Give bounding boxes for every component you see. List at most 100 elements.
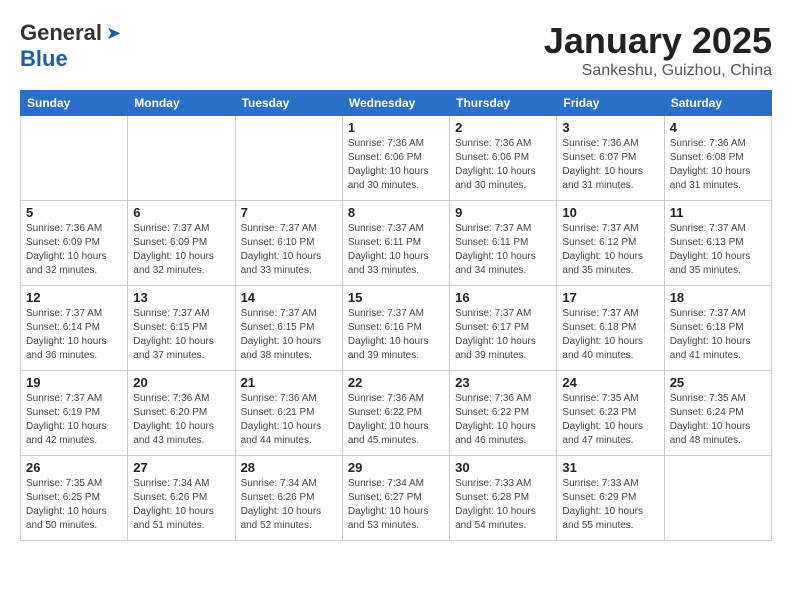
calendar-cell: 21 Sunrise: 7:36 AM Sunset: 6:21 PM Dayli… (235, 371, 342, 456)
day-info: Sunrise: 7:36 AM Sunset: 6:09 PM Dayligh… (26, 222, 122, 278)
day-number: 3 (562, 120, 658, 135)
calendar-cell: 27 Sunrise: 7:34 AM Sunset: 6:26 PM Dayli… (128, 456, 235, 541)
calendar-cell: 17 Sunrise: 7:37 AM Sunset: 6:18 PM Dayli… (557, 286, 664, 371)
day-number: 25 (670, 375, 766, 390)
day-info: Sunrise: 7:36 AM Sunset: 6:20 PM Dayligh… (133, 392, 229, 448)
day-info: Sunrise: 7:37 AM Sunset: 6:10 PM Dayligh… (241, 222, 337, 278)
calendar-cell: 26Sunrise: 7:35 AM Sunset: 6:25 PM Dayli… (21, 456, 128, 541)
day-number: 23 (455, 375, 551, 390)
week-row-1: 1 Sunrise: 7:36 AM Sunset: 6:06 PM Daylig… (21, 116, 772, 201)
day-number: 17 (562, 290, 658, 305)
header-day-wednesday: Wednesday (342, 91, 449, 116)
calendar-cell: 5 Sunrise: 7:36 AM Sunset: 6:09 PM Daylig… (21, 201, 128, 286)
calendar-cell: 30 Sunrise: 7:33 AM Sunset: 6:28 PM Dayli… (450, 456, 557, 541)
day-info: Sunrise: 7:36 AM Sunset: 6:21 PM Dayligh… (241, 392, 337, 448)
calendar-cell: 12Sunrise: 7:37 AM Sunset: 6:14 PM Dayli… (21, 286, 128, 371)
day-number: 1 (348, 120, 444, 135)
calendar-cell: 18 Sunrise: 7:37 AM Sunset: 6:18 PM Dayli… (664, 286, 771, 371)
calendar-cell: 11 Sunrise: 7:37 AM Sunset: 6:13 PM Dayli… (664, 201, 771, 286)
calendar-cell: 7 Sunrise: 7:37 AM Sunset: 6:10 PM Daylig… (235, 201, 342, 286)
calendar-header-row: SundayMondayTuesdayWednesdayThursdayFrid… (21, 91, 772, 116)
week-row-3: 12Sunrise: 7:37 AM Sunset: 6:14 PM Dayli… (21, 286, 772, 371)
day-info: Sunrise: 7:36 AM Sunset: 6:06 PM Dayligh… (455, 137, 551, 193)
logo-general-text: General (20, 20, 102, 46)
day-number: 22 (348, 375, 444, 390)
calendar-cell: 19 Sunrise: 7:37 AM Sunset: 6:19 PM Dayli… (21, 371, 128, 456)
calendar-cell: 25 Sunrise: 7:35 AM Sunset: 6:24 PM Dayli… (664, 371, 771, 456)
day-info: Sunrise: 7:34 AM Sunset: 6:26 PM Dayligh… (133, 477, 229, 533)
day-info: Sunrise: 7:33 AM Sunset: 6:28 PM Dayligh… (455, 477, 551, 533)
calendar-cell: 20 Sunrise: 7:36 AM Sunset: 6:20 PM Dayli… (128, 371, 235, 456)
day-number: 31 (562, 460, 658, 475)
day-info: Sunrise: 7:37 AM Sunset: 6:11 PM Dayligh… (455, 222, 551, 278)
week-row-2: 5 Sunrise: 7:36 AM Sunset: 6:09 PM Daylig… (21, 201, 772, 286)
calendar-cell: 24Sunrise: 7:35 AM Sunset: 6:23 PM Dayli… (557, 371, 664, 456)
day-info: Sunrise: 7:37 AM Sunset: 6:16 PM Dayligh… (348, 307, 444, 363)
day-info: Sunrise: 7:36 AM Sunset: 6:08 PM Dayligh… (670, 137, 766, 193)
day-info: Sunrise: 7:37 AM Sunset: 6:17 PM Dayligh… (455, 307, 551, 363)
day-info: Sunrise: 7:37 AM Sunset: 6:19 PM Dayligh… (26, 392, 122, 448)
day-number: 18 (670, 290, 766, 305)
calendar-cell: 3Sunrise: 7:36 AM Sunset: 6:07 PM Daylig… (557, 116, 664, 201)
month-title: January 2025 (544, 20, 772, 62)
calendar-cell: 15 Sunrise: 7:37 AM Sunset: 6:16 PM Dayli… (342, 286, 449, 371)
calendar-table: SundayMondayTuesdayWednesdayThursdayFrid… (20, 90, 772, 541)
calendar-cell: 4 Sunrise: 7:36 AM Sunset: 6:08 PM Daylig… (664, 116, 771, 201)
day-number: 29 (348, 460, 444, 475)
day-info: Sunrise: 7:36 AM Sunset: 6:06 PM Dayligh… (348, 137, 444, 193)
day-info: Sunrise: 7:37 AM Sunset: 6:18 PM Dayligh… (670, 307, 766, 363)
calendar-cell (235, 116, 342, 201)
calendar-cell: 16Sunrise: 7:37 AM Sunset: 6:17 PM Dayli… (450, 286, 557, 371)
header-day-monday: Monday (128, 91, 235, 116)
header-day-friday: Friday (557, 91, 664, 116)
calendar-cell: 23 Sunrise: 7:36 AM Sunset: 6:22 PM Dayli… (450, 371, 557, 456)
day-number: 10 (562, 205, 658, 220)
day-number: 12 (26, 290, 122, 305)
day-number: 7 (241, 205, 337, 220)
day-info: Sunrise: 7:37 AM Sunset: 6:13 PM Dayligh… (670, 222, 766, 278)
day-info: Sunrise: 7:37 AM Sunset: 6:18 PM Dayligh… (562, 307, 658, 363)
day-info: Sunrise: 7:35 AM Sunset: 6:25 PM Dayligh… (26, 477, 122, 533)
logo: General ➤ Blue (20, 20, 121, 72)
day-info: Sunrise: 7:34 AM Sunset: 6:26 PM Dayligh… (241, 477, 337, 533)
day-number: 4 (670, 120, 766, 135)
header-day-tuesday: Tuesday (235, 91, 342, 116)
day-info: Sunrise: 7:33 AM Sunset: 6:29 PM Dayligh… (562, 477, 658, 533)
day-info: Sunrise: 7:36 AM Sunset: 6:22 PM Dayligh… (455, 392, 551, 448)
header-day-saturday: Saturday (664, 91, 771, 116)
logo-blue-text: Blue (20, 46, 68, 72)
day-number: 30 (455, 460, 551, 475)
week-row-5: 26Sunrise: 7:35 AM Sunset: 6:25 PM Dayli… (21, 456, 772, 541)
calendar-cell: 31 Sunrise: 7:33 AM Sunset: 6:29 PM Dayli… (557, 456, 664, 541)
header-day-sunday: Sunday (21, 91, 128, 116)
day-number: 15 (348, 290, 444, 305)
calendar-cell: 8Sunrise: 7:37 AM Sunset: 6:11 PM Daylig… (342, 201, 449, 286)
day-info: Sunrise: 7:35 AM Sunset: 6:24 PM Dayligh… (670, 392, 766, 448)
day-info: Sunrise: 7:34 AM Sunset: 6:27 PM Dayligh… (348, 477, 444, 533)
calendar-body: 1 Sunrise: 7:36 AM Sunset: 6:06 PM Daylig… (21, 116, 772, 541)
day-number: 27 (133, 460, 229, 475)
header-day-thursday: Thursday (450, 91, 557, 116)
day-number: 20 (133, 375, 229, 390)
page-header: General ➤ Blue January 2025 Sankeshu, Gu… (20, 20, 772, 80)
calendar-cell: 9Sunrise: 7:37 AM Sunset: 6:11 PM Daylig… (450, 201, 557, 286)
day-number: 5 (26, 205, 122, 220)
week-row-4: 19 Sunrise: 7:37 AM Sunset: 6:19 PM Dayli… (21, 371, 772, 456)
day-info: Sunrise: 7:37 AM Sunset: 6:09 PM Dayligh… (133, 222, 229, 278)
calendar-cell: 28 Sunrise: 7:34 AM Sunset: 6:26 PM Dayli… (235, 456, 342, 541)
day-number: 21 (241, 375, 337, 390)
day-number: 19 (26, 375, 122, 390)
day-info: Sunrise: 7:37 AM Sunset: 6:11 PM Dayligh… (348, 222, 444, 278)
calendar-cell: 10Sunrise: 7:37 AM Sunset: 6:12 PM Dayli… (557, 201, 664, 286)
day-info: Sunrise: 7:36 AM Sunset: 6:22 PM Dayligh… (348, 392, 444, 448)
day-number: 11 (670, 205, 766, 220)
day-number: 13 (133, 290, 229, 305)
calendar-cell: 22 Sunrise: 7:36 AM Sunset: 6:22 PM Dayli… (342, 371, 449, 456)
day-number: 6 (133, 205, 229, 220)
location: Sankeshu, Guizhou, China (544, 62, 772, 80)
day-number: 28 (241, 460, 337, 475)
calendar-cell: 14Sunrise: 7:37 AM Sunset: 6:15 PM Dayli… (235, 286, 342, 371)
logo-bird-icon: ➤ (106, 23, 121, 44)
day-number: 2 (455, 120, 551, 135)
title-block: January 2025 Sankeshu, Guizhou, China (544, 20, 772, 80)
